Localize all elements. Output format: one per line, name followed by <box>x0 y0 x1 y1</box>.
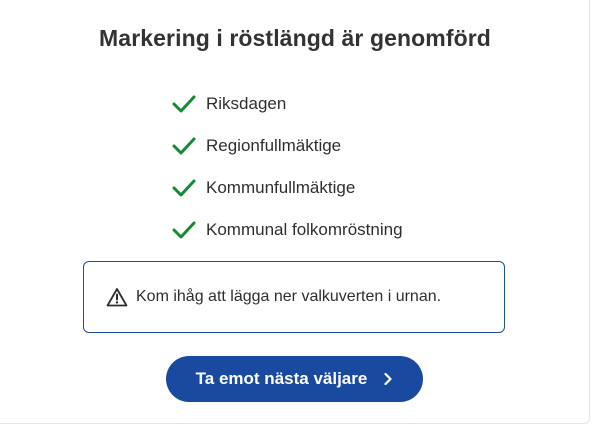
checkmark-icon <box>172 93 198 115</box>
checkmark-icon <box>172 177 198 199</box>
checklist-item-kommunfullmaktige: Kommunfullmäktige <box>172 167 403 209</box>
election-checklist: Riksdagen Regionfullmäktige Kommunfullmä… <box>172 83 403 251</box>
page-title: Markering i röstlängd är genomförd <box>99 25 491 51</box>
reminder-notice: Kom ihåg att lägga ner valkuverten i urn… <box>83 261 505 333</box>
checklist-item-regionfullmaktige: Regionfullmäktige <box>172 125 403 167</box>
checklist-item-label: Riksdagen <box>206 94 287 113</box>
checklist-item-label: Kommunal folkomröstning <box>206 220 403 239</box>
checklist-item-label: Regionfullmäktige <box>206 136 342 155</box>
checkmark-icon <box>172 219 198 241</box>
checklist-item-kommunal-folkomrostning: Kommunal folkomröstning <box>172 209 403 251</box>
next-voter-button-label: Ta emot nästa väljare <box>195 369 368 388</box>
notice-text: Kom ihåg att lägga ner valkuverten i urn… <box>136 288 442 305</box>
checkmark-icon <box>172 135 198 157</box>
chevron-right-icon <box>383 372 393 386</box>
confirmation-panel: Markering i röstlängd är genomförd Riksd… <box>0 0 590 424</box>
checklist-item-riksdagen: Riksdagen <box>172 83 403 125</box>
next-voter-button[interactable]: Ta emot nästa väljare <box>166 356 423 402</box>
warning-icon <box>106 287 128 307</box>
checklist-item-label: Kommunfullmäktige <box>206 178 356 197</box>
